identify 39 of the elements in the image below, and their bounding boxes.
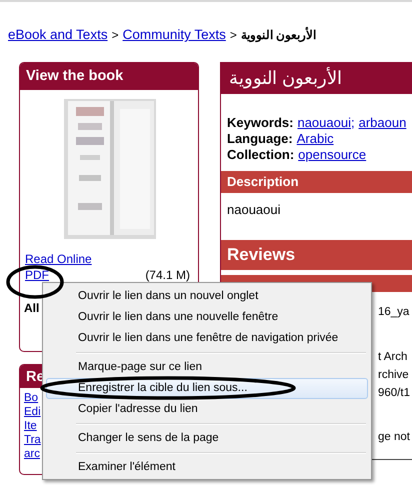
field-link[interactable]: arbaoun [358,115,406,131]
partial-text: ge not [378,431,410,443]
menu-item[interactable]: Examiner l'élément [46,457,368,478]
partial-text: rchive [378,369,409,381]
related-link[interactable]: Ite [24,419,37,433]
related-link[interactable]: Bo [24,391,38,405]
partial-text: 16_ya [378,306,410,318]
description-heading: Description [221,171,412,193]
item-title: الأربعون النووية [221,62,412,94]
partial-text: t Arch [378,351,408,363]
related-link[interactable]: arc [24,447,40,461]
breadcrumb-link[interactable]: Community Texts [122,27,226,42]
reviews-heading: Reviews [221,240,412,270]
related-link[interactable]: Edi [24,405,41,419]
field-label: Language: [227,131,293,147]
breadcrumb-separator: > [112,28,119,42]
field-label: Keywords: [227,115,294,131]
menu-item[interactable]: Changer le sens de la page [46,428,368,449]
breadcrumb-link[interactable]: eBook and Texts [8,27,108,42]
menu-item[interactable]: Ouvrir le lien dans un nouvel onglet [46,286,368,307]
partial-text: 960/t1 [378,387,410,399]
download-link[interactable]: PDF [25,268,49,282]
field-link[interactable]: Arabic [296,131,334,147]
file-size: (74.1 M) [145,268,191,282]
menu-item[interactable]: Ouvrir le lien dans une nouvelle fenêtre [46,307,368,328]
description-text: naouaoui [226,201,282,219]
field-link[interactable]: opensource [298,147,366,163]
menu-item[interactable]: Copier l'adresse du lien [46,399,368,420]
download-link[interactable]: Read Online [25,252,92,266]
value-separator: ; [350,115,355,131]
menu-item[interactable]: Ouvrir le lien dans une fenêtre de navigation privée [46,328,368,349]
panel-title: View the book [20,63,198,90]
field-label: Collection: [227,147,294,163]
breadcrumb-current: الأربعون النووية [240,28,316,42]
annotation-circle [6,265,64,299]
breadcrumb-separator: > [230,28,237,42]
related-link[interactable]: Tra [24,433,41,447]
files-label: All [24,301,40,315]
field-link[interactable]: naouaoui [297,115,351,131]
